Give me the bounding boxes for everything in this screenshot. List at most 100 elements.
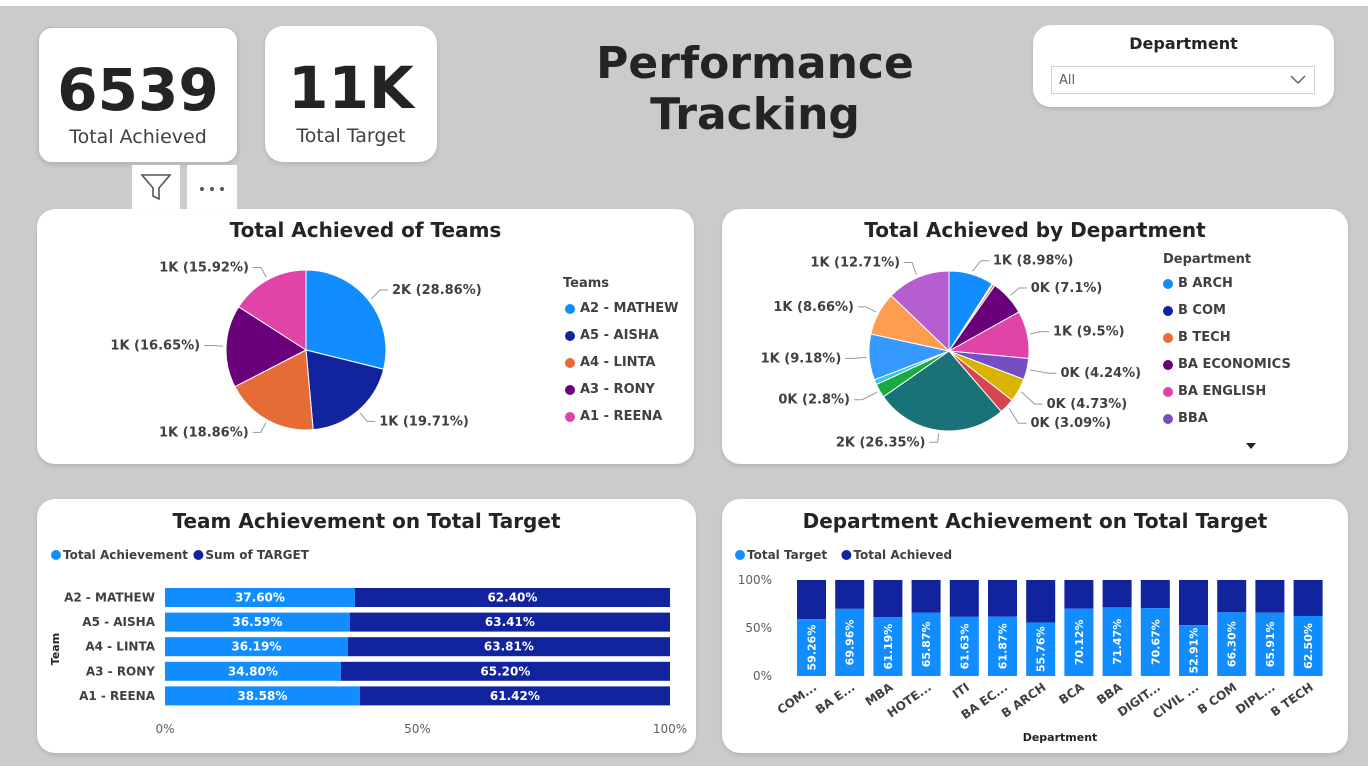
department-pie-data-label: 1K (12.71%) bbox=[810, 256, 900, 271]
legend-marker bbox=[1163, 305, 1173, 316]
teams-pie-leader-line bbox=[252, 267, 267, 278]
teams-pie-leader-line bbox=[252, 422, 267, 433]
department-bar-data-label: 65.87% bbox=[920, 621, 933, 667]
department-pie-leader-line bbox=[1029, 369, 1057, 374]
department-pie-leader-line bbox=[1008, 408, 1027, 424]
legend-label: BA ECONOMICS bbox=[1178, 357, 1291, 372]
legend-marker bbox=[565, 411, 575, 422]
department-bar-achieved[interactable] bbox=[1179, 580, 1208, 626]
legend-marker bbox=[841, 550, 852, 560]
legend-marker bbox=[51, 550, 61, 560]
legend-label: Sum of TARGET bbox=[205, 548, 309, 562]
department-bar-achieved[interactable] bbox=[1026, 580, 1056, 623]
department-bar-achieved[interactable] bbox=[797, 580, 826, 620]
page-title: Performance Tracking bbox=[596, 38, 914, 140]
department-dropdown[interactable]: All bbox=[1051, 66, 1315, 94]
team-bar-card: Team Achievement on Total Target Total A… bbox=[37, 499, 696, 753]
department-bar-achieved[interactable] bbox=[988, 580, 1017, 617]
legend-marker bbox=[1163, 386, 1173, 397]
teams-legend-item[interactable]: A4 - LINTA bbox=[565, 355, 655, 370]
department-bar-achieved[interactable] bbox=[1140, 580, 1170, 609]
department-pie-leader-line bbox=[1020, 391, 1043, 405]
department-category-label: COM... bbox=[775, 680, 820, 717]
team-category-label: A4 - LINTA bbox=[85, 640, 155, 654]
department-category-label: B TECH bbox=[1268, 680, 1316, 719]
teams-legend-item[interactable]: A1 - REENA bbox=[565, 409, 662, 424]
legend-label: A5 - AISHA bbox=[580, 328, 659, 343]
legend-marker bbox=[565, 330, 575, 341]
kpi-total-achieved-card[interactable]: 6539 Total Achieved bbox=[38, 27, 238, 163]
legend-marker bbox=[565, 303, 575, 314]
department-bar-data-label: 55.76% bbox=[1035, 626, 1048, 672]
top-strip bbox=[0, 0, 1368, 6]
legend-marker bbox=[1163, 359, 1173, 370]
department-legend-item[interactable]: BA ENGLISH bbox=[1163, 384, 1266, 399]
legend-label: B ARCH bbox=[1178, 276, 1233, 291]
team-bar-data-label: 34.80% bbox=[228, 664, 278, 678]
legend-marker bbox=[1163, 413, 1173, 424]
slicer-title: Department bbox=[1129, 34, 1238, 53]
department-bar-achieved[interactable] bbox=[873, 580, 903, 618]
team-bar-data-label: 61.42% bbox=[490, 689, 540, 703]
department-bar-chart[interactable]: Total Target Total Achieved 100% 50% 0% 59.26… bbox=[722, 499, 1348, 753]
department-legend-item[interactable]: B ARCH bbox=[1163, 276, 1233, 291]
filter-icon[interactable] bbox=[132, 165, 180, 209]
team-bar-data-label: 38.58% bbox=[237, 689, 287, 703]
dropdown-value: All bbox=[1059, 73, 1076, 88]
department-bar-achieved[interactable] bbox=[1255, 580, 1285, 613]
teams-legend-item[interactable]: A3 - RONY bbox=[565, 382, 655, 397]
department-pie-card: Total Achieved by Department 1K (8.98%) 0… bbox=[722, 209, 1348, 464]
teams-pie-data-label: 1K (15.92%) bbox=[159, 261, 249, 276]
department-bar-achieved[interactable] bbox=[911, 580, 941, 613]
department-legend-item[interactable]: B COM bbox=[1163, 303, 1226, 318]
department-pie-data-label: 0K (4.73%) bbox=[1047, 397, 1128, 412]
kpi-total-achieved-label: Total Achieved bbox=[69, 126, 207, 148]
team-category-label: A3 - RONY bbox=[86, 664, 155, 678]
teams-legend-item[interactable]: A2 - MATHEW bbox=[565, 301, 679, 316]
team-bar-ylabel: Team bbox=[49, 633, 62, 665]
legend-marker bbox=[735, 550, 745, 560]
legend-label: A4 - LINTA bbox=[580, 355, 656, 370]
team-bar-data-label: 62.40% bbox=[487, 591, 537, 605]
team-bar-chart[interactable]: Total Achievement Sum of TARGET Team A2 - M… bbox=[37, 499, 696, 753]
kpi-total-target-label: Total Target bbox=[296, 125, 406, 147]
department-legend-item[interactable]: B TECH bbox=[1163, 330, 1231, 345]
department-bar-data-label: 70.12% bbox=[1073, 619, 1086, 665]
legend-label: A3 - RONY bbox=[580, 382, 655, 397]
department-bar-data-label: 52.91% bbox=[1188, 628, 1201, 674]
team-x-tick: 0% bbox=[155, 722, 174, 736]
department-legend-item[interactable]: BBA bbox=[1163, 411, 1208, 426]
department-bar-achieved[interactable] bbox=[835, 580, 865, 609]
team-bar-data-label: 36.19% bbox=[231, 640, 281, 654]
department-pie-data-label: 1K (8.66%) bbox=[773, 300, 854, 315]
department-bar-data-label: 59.26% bbox=[806, 625, 819, 671]
department-pie-chart[interactable]: 1K (8.98%) 0K (7.1%) 1K (9.5%) 0K (4.24%) 0K… bbox=[722, 209, 1348, 464]
department-bar-achieved[interactable] bbox=[1102, 580, 1132, 608]
legend-marker bbox=[565, 384, 575, 395]
legend-label: B TECH bbox=[1178, 330, 1231, 345]
legend-scroll-down-icon[interactable] bbox=[1245, 442, 1257, 450]
department-bar-achieved[interactable] bbox=[1064, 580, 1094, 609]
department-bar-achieved[interactable] bbox=[1293, 580, 1323, 616]
legend-label: A1 - REENA bbox=[580, 409, 663, 424]
department-legend-item[interactable]: BA ECONOMICS bbox=[1163, 357, 1291, 372]
legend-label: A2 - MATHEW bbox=[580, 301, 679, 316]
department-bar-achieved[interactable] bbox=[949, 580, 979, 617]
teams-pie-leader-line bbox=[204, 345, 224, 347]
department-bar-data-label: 61.19% bbox=[882, 624, 895, 670]
team-category-label: A1 - REENA bbox=[79, 689, 156, 703]
department-pie-data-label: 0K (7.1%) bbox=[1031, 281, 1103, 296]
teams-legend-item[interactable]: A5 - AISHA bbox=[565, 328, 659, 343]
department-bar-data-label: 61.63% bbox=[958, 624, 971, 670]
department-pie-leader-line bbox=[904, 262, 917, 275]
department-bar-data-label: 62.50% bbox=[1302, 623, 1315, 669]
department-y-tick: 100% bbox=[738, 573, 772, 587]
kpi-total-target-card[interactable]: 11K Total Target bbox=[265, 26, 437, 162]
department-slicer: Department All bbox=[1033, 25, 1334, 107]
kpi-total-target-value: 11K bbox=[288, 54, 414, 122]
department-pie-leader-line bbox=[853, 391, 878, 401]
department-bar-data-label: 70.67% bbox=[1149, 619, 1162, 665]
more-options-icon[interactable] bbox=[187, 165, 237, 209]
department-bar-achieved[interactable] bbox=[1217, 580, 1247, 613]
department-bar-card: Department Achievement on Total Target T… bbox=[722, 499, 1348, 753]
